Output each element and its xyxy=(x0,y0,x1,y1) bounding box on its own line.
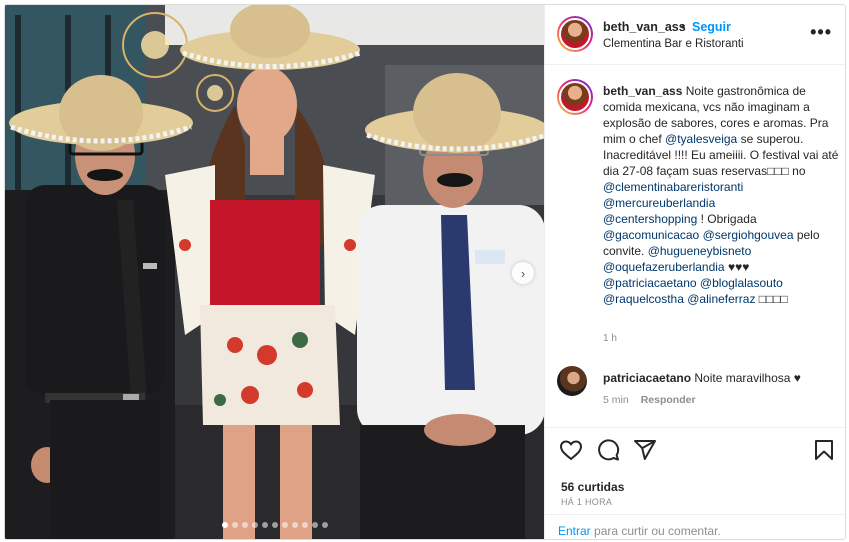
mention-link[interactable]: @mercureuberlandia xyxy=(603,196,715,210)
post-side-panel: beth_van_ass • Seguir Clementina Bar e R… xyxy=(544,5,845,539)
bookmark-icon[interactable] xyxy=(812,438,836,462)
mention-link[interactable]: @centershopping xyxy=(603,212,697,226)
comment-body: Noite maravilhosa ♥ xyxy=(691,371,801,385)
caption-author-avatar[interactable] xyxy=(557,79,593,115)
caption-text-part: ! Obrigada xyxy=(697,212,757,226)
mention-link[interactable]: @raquelcostha xyxy=(603,292,684,306)
comment-timestamp: 5 min xyxy=(603,394,629,406)
photo-illustration xyxy=(5,5,544,539)
mention-link[interactable]: @bloglalasouto xyxy=(700,276,783,290)
comment-icon[interactable] xyxy=(596,438,620,462)
login-prompt-text: para curtir ou comentar. xyxy=(590,524,721,538)
carousel-dot xyxy=(291,522,298,528)
more-options-icon[interactable]: ••• xyxy=(810,22,832,43)
carousel-dot xyxy=(251,522,258,528)
caption-text-part: □□□□ xyxy=(755,292,788,306)
reply-button[interactable]: Responder xyxy=(641,394,696,406)
mention-link[interactable]: @oquefazeruberlandia xyxy=(603,260,725,274)
caption-text-part: ♥♥♥ xyxy=(724,260,750,274)
mention-link[interactable]: @patriciacaetano xyxy=(603,276,697,290)
carousel-dot xyxy=(301,522,308,528)
mention-link[interactable]: @tyalesveiga xyxy=(665,132,737,146)
caption-text: beth_van_ass Noite gastronômica de comid… xyxy=(603,83,843,307)
login-link[interactable]: Entrar xyxy=(558,524,591,538)
post-date: HÁ 1 HORA xyxy=(561,497,613,507)
share-icon[interactable] xyxy=(633,438,657,462)
carousel-indicator xyxy=(5,522,544,528)
carousel-dot xyxy=(221,522,228,528)
post-header: beth_van_ass • Seguir Clementina Bar e R… xyxy=(545,5,845,65)
commenter-avatar[interactable] xyxy=(557,366,587,396)
caption-username[interactable]: beth_van_ass xyxy=(603,84,682,98)
mention-link[interactable]: @sergiohgouvea xyxy=(703,228,794,242)
carousel-dot xyxy=(281,522,288,528)
post-actions: 56 curtidas HÁ 1 HORA xyxy=(545,427,845,523)
mention-link[interactable]: @alineferraz xyxy=(687,292,755,306)
carousel-dot xyxy=(241,522,248,528)
carousel-next-button[interactable]: › xyxy=(512,262,534,284)
mention-link[interactable]: @gacomunicacao xyxy=(603,228,699,242)
post-photo[interactable]: › xyxy=(5,5,544,539)
author-avatar[interactable] xyxy=(557,16,593,52)
instagram-post: › beth_van_ass • Seguir Clementina Bar e… xyxy=(4,4,846,540)
login-prompt: Entrar para curtir ou comentar. xyxy=(545,514,845,539)
carousel-dot xyxy=(271,522,278,528)
commenter-username[interactable]: patriciacaetano xyxy=(603,371,691,385)
carousel-dot xyxy=(231,522,238,528)
carousel-dot xyxy=(321,522,328,528)
post-location[interactable]: Clementina Bar e Ristoranti xyxy=(603,38,744,50)
comment-meta: 5 min Responder xyxy=(603,394,696,406)
heart-icon[interactable] xyxy=(559,438,583,462)
header-separator: • xyxy=(681,20,686,34)
mention-link[interactable]: @clementinabareristoranti xyxy=(603,180,743,194)
carousel-dot xyxy=(311,522,318,528)
comment-text: patriciacaetano Noite maravilhosa ♥ xyxy=(603,371,801,385)
likes-count[interactable]: 56 curtidas xyxy=(561,480,624,494)
mention-link[interactable]: @hugueneybisneto xyxy=(648,244,752,258)
caption-timestamp: 1 h xyxy=(603,333,617,344)
carousel-dot xyxy=(261,522,268,528)
author-username[interactable]: beth_van_ass xyxy=(603,20,686,34)
follow-button[interactable]: Seguir xyxy=(692,20,731,34)
